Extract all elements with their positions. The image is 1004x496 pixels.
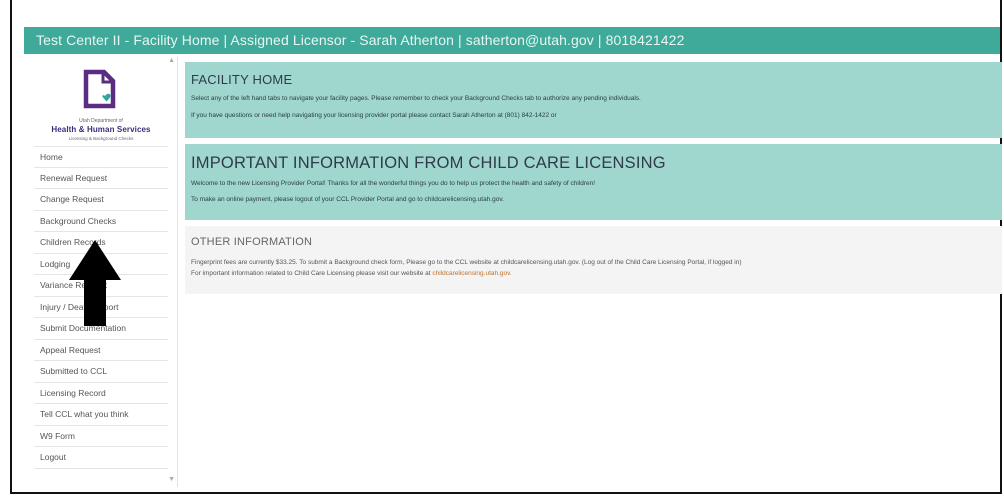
facility-home-text-2: If you have questions or need help navig… bbox=[191, 112, 557, 119]
sidebar-item-w9-form[interactable]: W9 Form bbox=[34, 426, 168, 447]
important-info-text-2: To make an online payment, please logout… bbox=[191, 196, 504, 203]
sidebar-item-submitted-to-ccl[interactable]: Submitted to CCL bbox=[34, 361, 168, 383]
scroll-up-icon[interactable]: ▲ bbox=[168, 57, 175, 64]
other-info-title: OTHER INFORMATION bbox=[191, 236, 313, 248]
annotation-arrow-icon bbox=[69, 240, 121, 326]
important-info-panel: IMPORTANT INFORMATION FROM CHILD CARE LI… bbox=[185, 144, 1002, 220]
facility-home-title: FACILITY HOME bbox=[191, 72, 293, 87]
sidebar-item-tell-ccl[interactable]: Tell CCL what you think bbox=[34, 404, 168, 426]
important-info-text-1: Welcome to the new Licensing Provider Po… bbox=[191, 180, 596, 187]
sidebar-item-home[interactable]: Home bbox=[34, 146, 168, 168]
other-info-text-2-prefix: For important information related to Chi… bbox=[191, 270, 431, 277]
other-info-text-1: Fingerprint fees are currently $33.25. T… bbox=[191, 259, 742, 266]
logo-line-department: Utah Department of bbox=[79, 118, 123, 124]
main-content: FACILITY HOME Select any of the left han… bbox=[185, 62, 1002, 294]
header-title: Test Center II - Facility Home | Assigne… bbox=[36, 32, 685, 48]
logo-line-name: Health & Human Services bbox=[51, 125, 151, 134]
scroll-down-icon[interactable]: ▼ bbox=[168, 476, 175, 483]
other-info-text-2: For important information related to Chi… bbox=[191, 270, 996, 277]
hhs-logo: Utah Department of Health & Human Servic… bbox=[34, 63, 168, 149]
sidebar-item-appeal-request[interactable]: Appeal Request bbox=[34, 340, 168, 361]
sidebar-item-logout[interactable]: Logout bbox=[34, 447, 168, 469]
sidebar-item-licensing-record[interactable]: Licensing Record bbox=[34, 383, 168, 404]
important-info-title: IMPORTANT INFORMATION FROM CHILD CARE LI… bbox=[191, 154, 666, 172]
facility-home-panel: FACILITY HOME Select any of the left han… bbox=[185, 62, 1002, 138]
sidebar-item-change-request[interactable]: Change Request bbox=[34, 189, 168, 211]
hhs-logo-icon bbox=[83, 69, 116, 109]
ccl-website-link[interactable]: childcarelicensing.utah.gov. bbox=[432, 270, 511, 277]
facility-home-text-1: Select any of the left hand tabs to navi… bbox=[191, 95, 641, 102]
other-info-panel: OTHER INFORMATION Fingerprint fees are c… bbox=[185, 226, 1002, 294]
logo-line-division: Licensing & Background Checks bbox=[68, 136, 134, 141]
facility-header-bar: Test Center II - Facility Home | Assigne… bbox=[24, 27, 1000, 54]
sidebar-item-background-checks[interactable]: Background Checks bbox=[34, 211, 168, 232]
sidebar-item-renewal-request[interactable]: Renewal Request bbox=[34, 168, 168, 189]
